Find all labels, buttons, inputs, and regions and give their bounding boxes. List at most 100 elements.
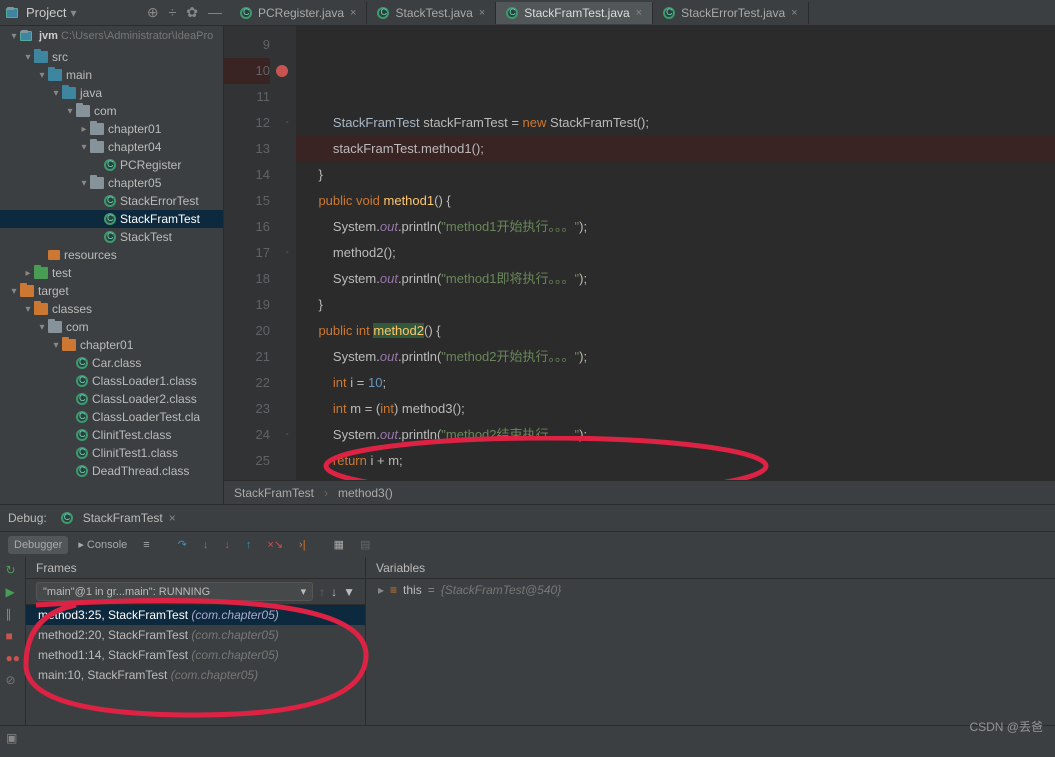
locate-icon[interactable]: ⊕	[147, 4, 159, 21]
threads-icon[interactable]: ≡	[137, 536, 155, 554]
tree-class-item[interactable]: StackTest	[0, 228, 223, 246]
close-icon[interactable]: ×	[350, 7, 356, 19]
tree-folder-item[interactable]: ▾chapter04	[0, 138, 223, 156]
mute-breakpoints-icon[interactable]: ⊘	[6, 673, 20, 687]
tree-class-item[interactable]: ClassLoader1.class	[0, 372, 223, 390]
drop-frame-icon[interactable]: ×↘	[261, 535, 289, 554]
fold-column[interactable]: ---	[278, 26, 296, 480]
twistie[interactable]: ▾	[50, 88, 62, 99]
debugger-tab[interactable]: Debugger	[8, 536, 68, 554]
twistie[interactable]: ▾	[64, 106, 76, 117]
stack-frame[interactable]: method2:20, StackFramTest (com.chapter05…	[26, 625, 365, 645]
tree-folder-item[interactable]: ▾chapter01	[0, 336, 223, 354]
code-editor[interactable]: StackFramTest stackFramTest = new StackF…	[296, 26, 1055, 480]
rerun-icon[interactable]: ↻	[6, 563, 20, 577]
evaluate-icon[interactable]: ▦	[328, 535, 350, 554]
close-icon[interactable]: ×	[169, 511, 176, 525]
project-tree[interactable]: ▾ jvm C:\Users\Administrator\IdeaPro ▾sr…	[0, 26, 224, 504]
tree-class-item[interactable]: StackErrorTest	[0, 192, 223, 210]
editor-tab[interactable]: StackErrorTest.java×	[653, 2, 808, 24]
tree-folder-item[interactable]: ▾com	[0, 102, 223, 120]
collapse-icon[interactable]: —	[208, 4, 222, 21]
tree-folder-item[interactable]: resources	[0, 246, 223, 264]
breadcrumb-class[interactable]: StackFramTest	[234, 486, 314, 500]
next-frame-icon[interactable]: ↓	[331, 585, 337, 599]
editor-gutter[interactable]: 91011121314151617181920212223242526	[224, 26, 278, 480]
folder-icon	[34, 267, 48, 279]
tree-folder-item[interactable]: ▾main	[0, 66, 223, 84]
tree-folder-item[interactable]: ▾com	[0, 318, 223, 336]
step-out-icon[interactable]: ↑	[240, 536, 258, 554]
gear-icon[interactable]: ✿	[186, 4, 198, 21]
class-icon	[240, 7, 252, 19]
tree-class-item[interactable]: ClassLoaderTest.cla	[0, 408, 223, 426]
watermark: CSDN @丢爸	[969, 718, 1043, 735]
project-icon	[6, 8, 18, 18]
step-into-icon[interactable]: ↓	[197, 536, 215, 554]
frame-list[interactable]: method3:25, StackFramTest (com.chapter05…	[26, 605, 365, 685]
close-icon[interactable]: ×	[791, 7, 797, 19]
variables-label: Variables	[376, 561, 425, 575]
folder-icon	[90, 123, 104, 135]
tree-class-item[interactable]: ClassLoader2.class	[0, 390, 223, 408]
debug-config-tab[interactable]: StackFramTest ×	[55, 509, 182, 527]
tree-folder-item[interactable]: ▸test	[0, 264, 223, 282]
stop-icon[interactable]: ■	[6, 629, 20, 643]
close-icon[interactable]: ×	[479, 7, 485, 19]
close-icon[interactable]: ×	[636, 7, 642, 19]
twistie[interactable]: ▾	[22, 52, 34, 63]
filter-icon[interactable]: ▼	[343, 585, 355, 599]
twistie[interactable]: ▾	[36, 322, 48, 333]
stack-frame[interactable]: method1:14, StackFramTest (com.chapter05…	[26, 645, 365, 665]
breadcrumb-method[interactable]: method3()	[338, 486, 393, 500]
stack-frame[interactable]: method3:25, StackFramTest (com.chapter05…	[26, 605, 365, 625]
tree-class-item[interactable]: Car.class	[0, 354, 223, 372]
chevron-down-icon[interactable]: ▾	[70, 6, 76, 20]
tree-folder-item[interactable]: ▾target	[0, 282, 223, 300]
root-module[interactable]: jvm	[39, 30, 58, 42]
twistie[interactable]: ▸	[22, 268, 34, 279]
variable-row[interactable]: ▸ ≡ this = {StackFramTest@540}	[366, 579, 1055, 601]
expand-icon[interactable]: ÷	[169, 4, 177, 21]
tree-class-item[interactable]: ClinitTest.class	[0, 426, 223, 444]
resume-icon[interactable]: ▶	[6, 585, 20, 599]
editor-tab[interactable]: StackTest.java×	[367, 2, 496, 24]
view-breakpoints-icon[interactable]: ●●	[6, 651, 20, 665]
folder-icon	[48, 69, 62, 81]
twistie[interactable]: ▾	[78, 178, 90, 189]
console-tab[interactable]: ▸ Console	[72, 535, 133, 554]
tree-class-item[interactable]: PCRegister	[0, 156, 223, 174]
tree-folder-item[interactable]: ▾src	[0, 48, 223, 66]
tree-folder-item[interactable]: ▾chapter05	[0, 174, 223, 192]
twistie[interactable]: ▾	[78, 142, 90, 153]
tree-folder-item[interactable]: ▾java	[0, 84, 223, 102]
force-step-into-icon[interactable]: ↓	[218, 536, 236, 554]
folder-icon	[62, 339, 76, 351]
class-icon	[104, 231, 116, 243]
folder-icon	[48, 321, 62, 333]
project-label[interactable]: Project	[26, 5, 66, 20]
step-over-icon[interactable]: ↷	[172, 535, 193, 554]
camera-icon[interactable]: ▣	[6, 731, 17, 745]
pause-icon[interactable]: ∥	[6, 607, 20, 621]
class-icon	[377, 7, 389, 19]
tree-class-item[interactable]: ClinitTest1.class	[0, 444, 223, 462]
folder-icon	[62, 87, 76, 99]
prev-frame-icon[interactable]: ↑	[319, 585, 325, 599]
tree-class-item[interactable]: StackFramTest	[0, 210, 223, 228]
editor-tab[interactable]: PCRegister.java×	[230, 2, 367, 24]
run-to-cursor-icon[interactable]: ›|	[293, 536, 312, 554]
twistie[interactable]: ▸	[78, 124, 90, 135]
tree-class-item[interactable]: DeadThread.class	[0, 462, 223, 480]
tree-folder-item[interactable]: ▸chapter01	[0, 120, 223, 138]
trace-icon[interactable]: ▤	[354, 535, 376, 554]
editor-tab[interactable]: StackFramTest.java×	[496, 2, 653, 24]
class-icon	[506, 7, 518, 19]
stack-frame[interactable]: main:10, StackFramTest (com.chapter05)	[26, 665, 365, 685]
twistie[interactable]: ▾	[22, 304, 34, 315]
twistie[interactable]: ▾	[36, 70, 48, 81]
twistie[interactable]: ▾	[8, 286, 20, 297]
twistie[interactable]: ▾	[50, 340, 62, 351]
thread-selector[interactable]: "main"@1 in gr...main": RUNNING ▾	[36, 582, 313, 601]
tree-folder-item[interactable]: ▾classes	[0, 300, 223, 318]
